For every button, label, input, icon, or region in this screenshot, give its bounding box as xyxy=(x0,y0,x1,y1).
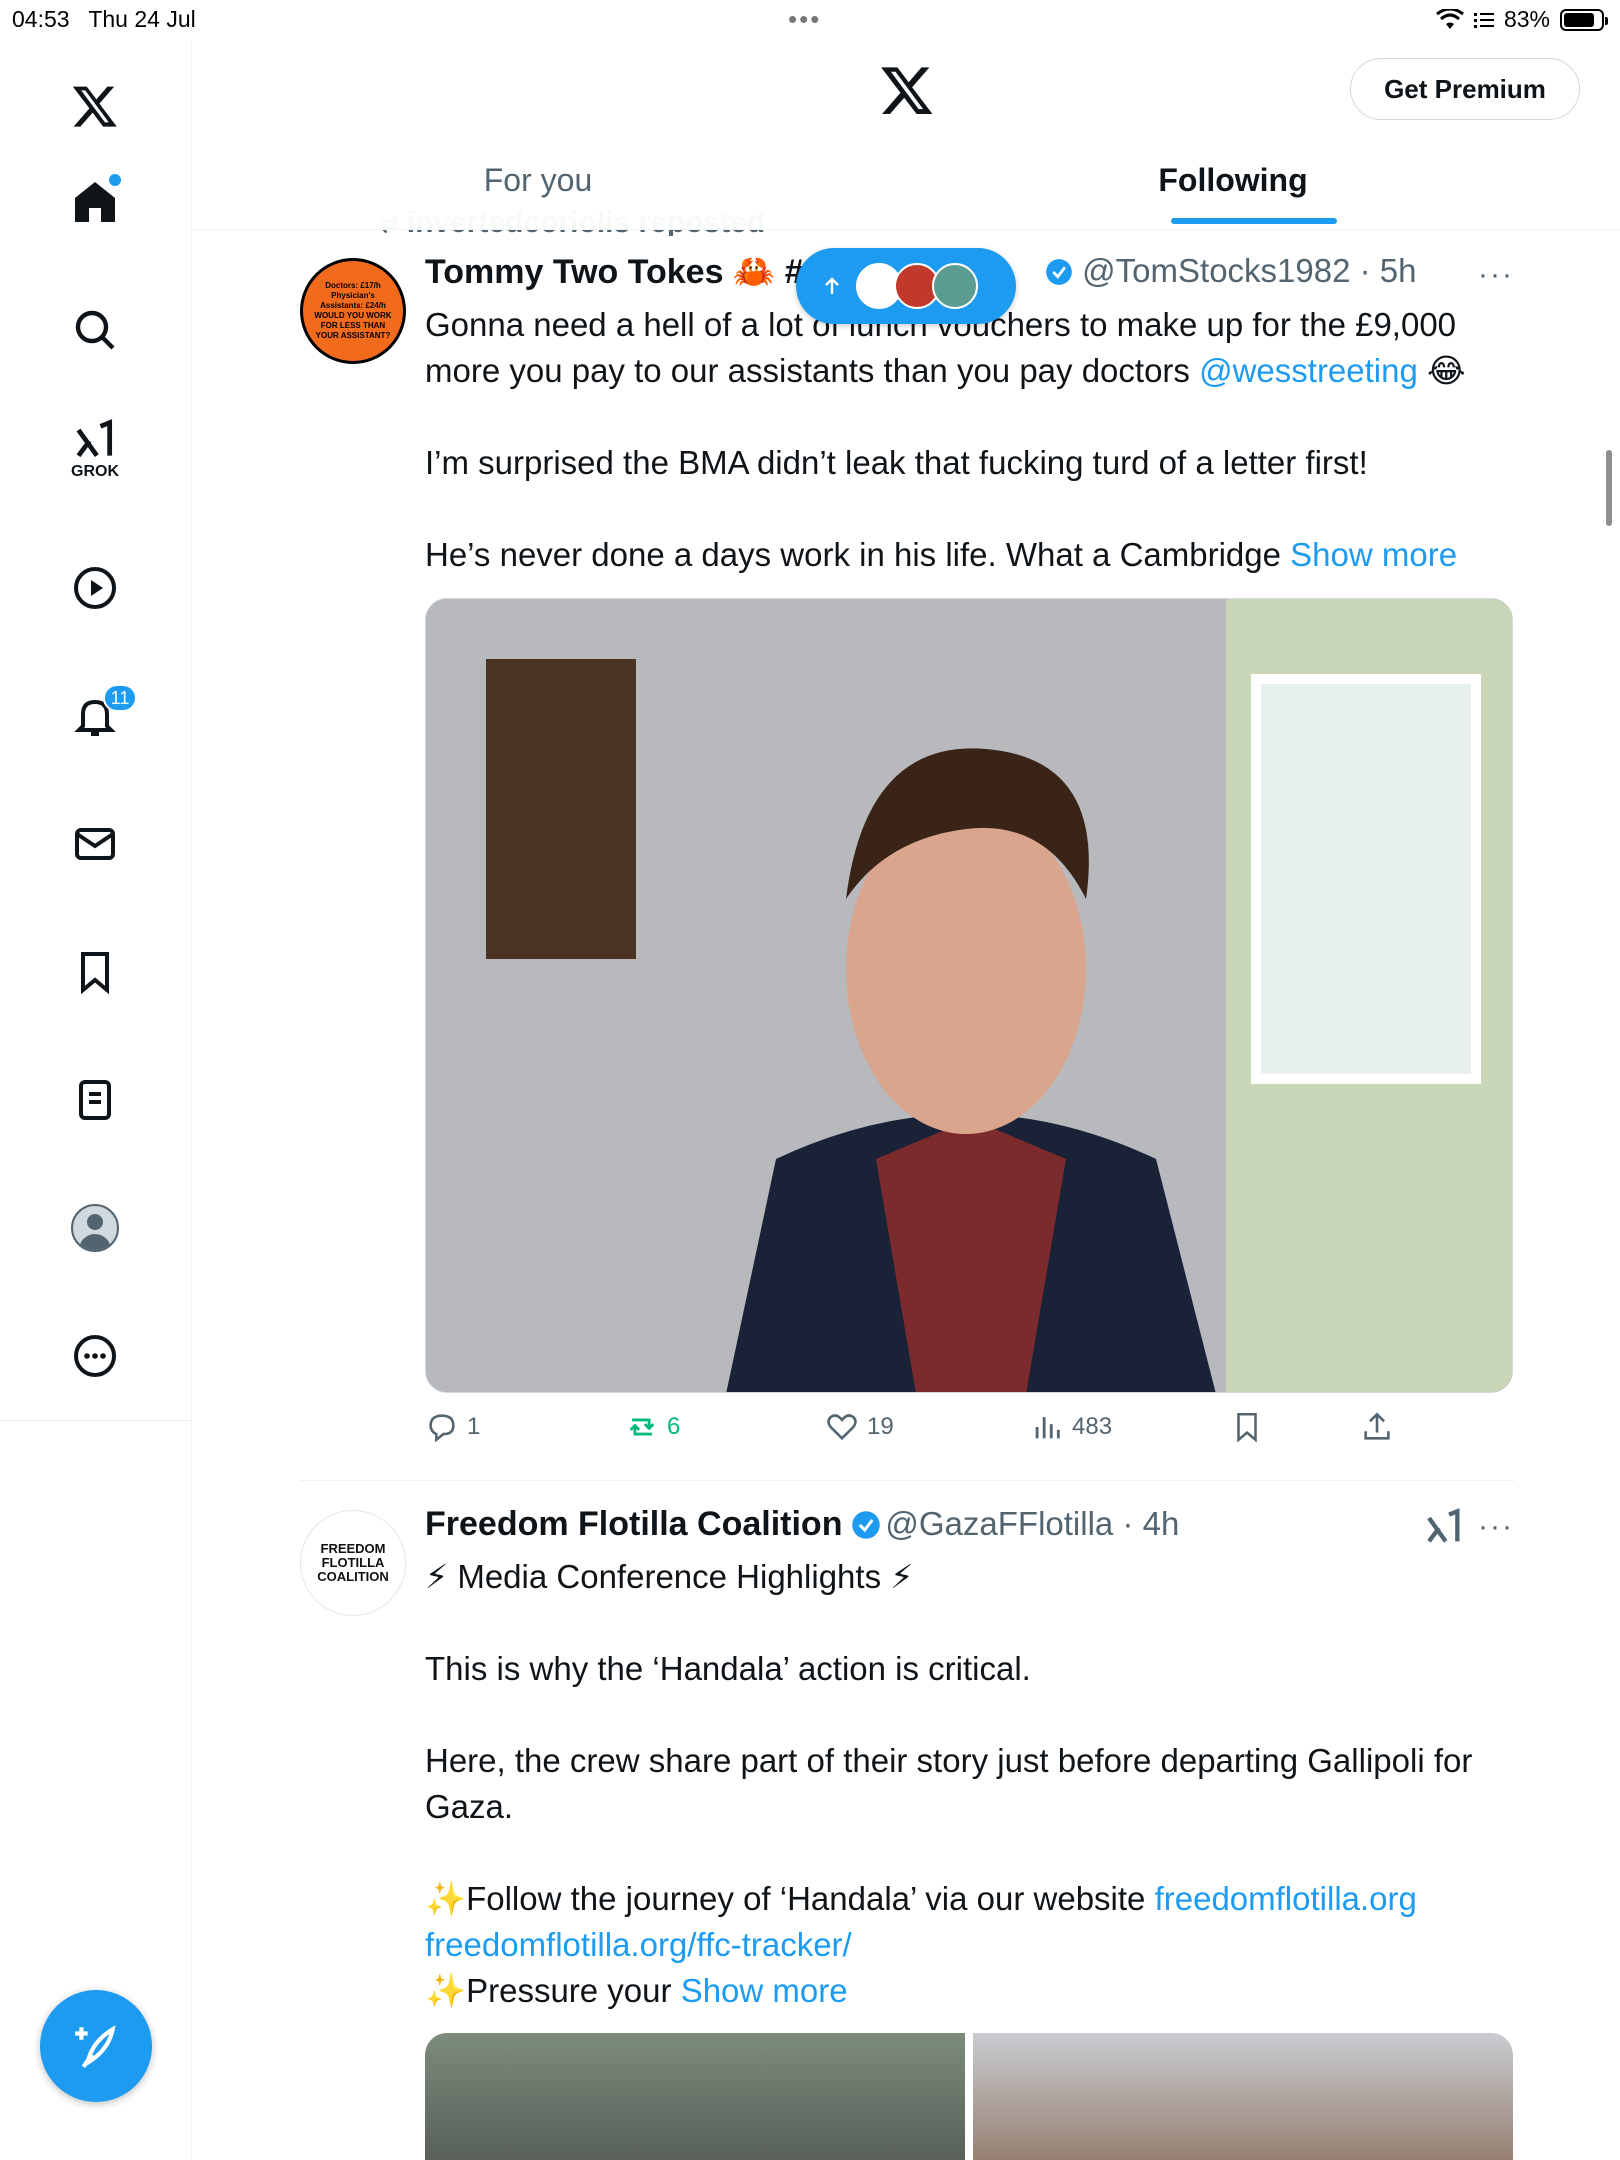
grok-icon xyxy=(76,419,113,458)
focus-list-icon xyxy=(1473,12,1494,28)
play-icon xyxy=(74,567,116,609)
post-actions: 1 6 19 483 xyxy=(425,1410,1425,1460)
home-unread-dot xyxy=(109,174,121,186)
share-button[interactable] xyxy=(1360,1410,1394,1444)
sidebar-item-notifications[interactable]: 11 xyxy=(55,676,137,756)
repost-button[interactable]: 6 xyxy=(625,1410,680,1444)
sidebar-item-lists[interactable] xyxy=(55,1060,135,1140)
battery-icon xyxy=(1560,8,1608,31)
analytics-icon xyxy=(1035,1417,1060,1439)
post-text-line: Here, the crew share part of their story… xyxy=(425,1742,1473,1825)
reply-icon xyxy=(429,1414,455,1443)
battery-percent: 83% xyxy=(1503,6,1550,32)
notifications-badge: 11 xyxy=(103,684,137,712)
website-link[interactable]: freedomflotilla.org xyxy=(1155,1880,1417,1917)
status-indicators: 83% xyxy=(1436,6,1608,33)
show-more-link[interactable]: Show more xyxy=(1290,536,1457,573)
x-logo-icon[interactable] xyxy=(879,62,935,118)
author-handle-time[interactable]: @TomStocks1982 · 5h xyxy=(1045,252,1417,290)
reply-button[interactable]: 1 xyxy=(425,1410,480,1444)
post-text: Gonna need a hell of a lot of lunch vouc… xyxy=(425,302,1505,578)
verified-badge-icon xyxy=(852,1511,880,1539)
feather-plus-icon xyxy=(75,2025,116,2068)
pill-avatar xyxy=(932,263,978,309)
sidebar-item-home[interactable] xyxy=(55,162,135,242)
search-icon xyxy=(75,310,115,350)
post-text-line: freedomflotilla.org/ffc-tracker/ xyxy=(425,1922,1505,1968)
wifi-icon xyxy=(1436,8,1464,29)
sidebar-divider xyxy=(0,1420,192,1421)
avatar-caption: Doctors: £17/h Physician's Assistants: £… xyxy=(314,281,392,340)
post-text-line: ✨Pressure your Show more xyxy=(425,1972,848,2009)
post-more-icon[interactable]: ··· xyxy=(1478,258,1514,292)
post-text-line: He’s never done a days work in his life.… xyxy=(425,536,1458,573)
more-circle-icon xyxy=(74,1335,116,1377)
sidebar-item-bookmarks[interactable] xyxy=(55,932,135,1012)
sidebar-border xyxy=(191,1420,192,2160)
sidebar-item-video[interactable] xyxy=(55,548,135,628)
tab-for-you[interactable]: For you xyxy=(193,140,883,230)
get-premium-button[interactable]: Get Premium xyxy=(1350,58,1580,120)
post-text-line: This is why the ‘Handala’ action is crit… xyxy=(425,1650,1031,1687)
post-more-icon[interactable]: ··· xyxy=(1478,1510,1514,1544)
grok-label: GROK xyxy=(71,463,119,480)
sidebar-item-messages[interactable] xyxy=(55,804,135,884)
repost-icon xyxy=(629,1418,655,1436)
status-time: 04:53 Thu 24 Jul xyxy=(12,6,196,32)
post-text-line: ✨Follow the journey of ‘Handala’ via our… xyxy=(425,1880,1417,1917)
post-divider xyxy=(300,1480,1515,1481)
post-avatar[interactable]: FREEDOM FLOTILLA COALITION xyxy=(300,1510,406,1616)
heart-icon xyxy=(827,1414,857,1441)
x-logo-icon[interactable] xyxy=(55,66,135,146)
share-icon xyxy=(1364,1412,1390,1440)
author-handle-time[interactable]: @GazaFFlotilla · 4h xyxy=(885,1505,1179,1542)
post-text-line: I’m surprised the BMA didn’t leak that f… xyxy=(425,444,1368,481)
media-thumbnail[interactable] xyxy=(425,2033,965,2160)
list-icon xyxy=(79,1080,111,1120)
mail-icon xyxy=(75,828,115,860)
sidebar-item-profile[interactable] xyxy=(55,1188,135,1268)
like-button[interactable]: 19 xyxy=(825,1410,894,1444)
avatar-caption: FREEDOM FLOTILLA COALITION xyxy=(317,1541,389,1584)
sidebar-item-more[interactable] xyxy=(55,1316,135,1396)
avatar-icon xyxy=(71,1204,119,1252)
compose-button[interactable] xyxy=(40,1990,152,2102)
author-name[interactable]: Tommy Two Tokes 🦀 # xyxy=(425,253,804,291)
post-avatar[interactable]: Doctors: £17/h Physician's Assistants: £… xyxy=(300,258,406,364)
top-header: Get Premium For you Following xyxy=(193,40,1620,230)
sidebar-item-grok[interactable]: GROK xyxy=(55,410,135,490)
verified-badge-icon xyxy=(1046,259,1072,285)
post-text-line: ⚡ Media Conference Highlights ⚡ xyxy=(425,1558,914,1595)
grok-icon[interactable] xyxy=(1424,1508,1464,1548)
tracker-link[interactable]: freedomflotilla.org/ffc-tracker/ xyxy=(425,1926,852,1963)
views-button[interactable]: 483 xyxy=(1030,1410,1112,1444)
multitask-dots-icon[interactable]: ••• xyxy=(788,4,821,35)
new-posts-pill[interactable] xyxy=(796,248,1016,324)
media-thumbnail[interactable] xyxy=(973,2033,1513,2160)
post-image[interactable] xyxy=(425,598,1513,1393)
post-image-illustration xyxy=(426,599,1512,1392)
author-name[interactable]: Freedom Flotilla Coalition xyxy=(425,1505,842,1543)
bookmark-button[interactable] xyxy=(1230,1410,1264,1444)
bookmark-icon xyxy=(81,952,109,995)
tab-following[interactable]: Following xyxy=(883,140,1583,230)
post-header: Freedom Flotilla Coalition @GazaFFlotill… xyxy=(425,1505,1505,1555)
post-text: ⚡ Media Conference Highlights ⚡ This is … xyxy=(425,1554,1505,2014)
show-more-link[interactable]: Show more xyxy=(681,1972,848,2009)
arrow-up-icon xyxy=(825,277,839,294)
scrollbar[interactable] xyxy=(1606,450,1612,526)
post-text-line: more you pay to our assistants than you … xyxy=(425,352,1466,389)
active-tab-indicator xyxy=(1171,218,1337,224)
post-media-grid[interactable] xyxy=(425,2033,1513,2160)
status-bar: 04:53 Thu 24 Jul ••• 83% xyxy=(0,0,1620,40)
mention-link[interactable]: @wesstreeting xyxy=(1199,352,1418,389)
bookmark-icon xyxy=(1237,1412,1257,1443)
sidebar-nav: GROK 11 xyxy=(0,40,192,1420)
sidebar-item-search[interactable] xyxy=(55,290,135,370)
